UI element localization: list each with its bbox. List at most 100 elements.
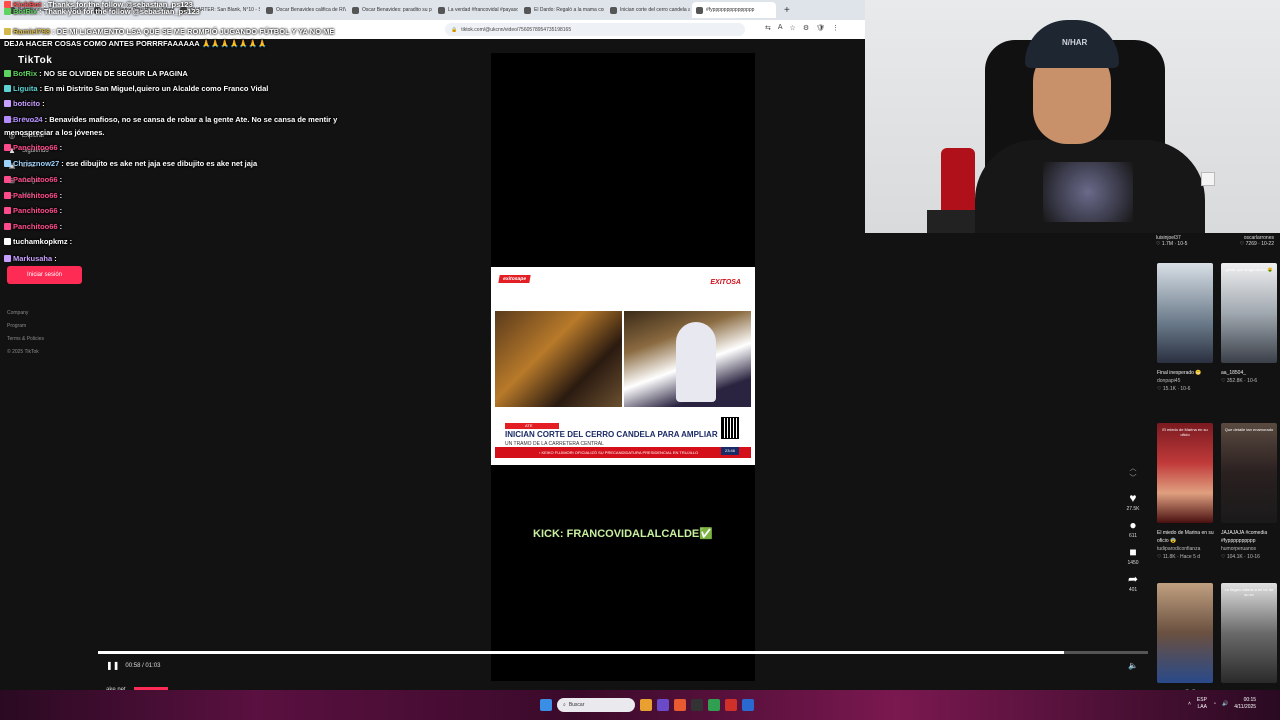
video-title[interactable]: Final inesperado 😬	[1157, 369, 1219, 377]
chat-message: Panchitoo66:	[4, 191, 62, 200]
chat-username[interactable]: Panchitoo66	[13, 191, 58, 200]
chat-username[interactable]: Panchitoo66	[13, 206, 58, 215]
obs-icon[interactable]	[691, 699, 703, 711]
chat-text: : DE MI LIGAMENTO LSA QUE SE ME ROMPIÓ J…	[52, 27, 335, 36]
browser-tab-label: #fyppppppppppppppp	[706, 7, 755, 13]
video-author[interactable]: humorperuanos	[1221, 545, 1280, 553]
chevron-down-icon[interactable]: ﹀	[1130, 473, 1137, 483]
new-tab-button[interactable]: +	[784, 5, 790, 16]
footer-link[interactable]: Company	[7, 307, 44, 320]
search-icon: ⌕	[563, 702, 566, 708]
share-icon: ➦	[1127, 572, 1139, 586]
heart-action[interactable]: ♥ 27.5K	[1126, 491, 1139, 512]
video-title[interactable]: JAJAJAJA #comedia #fypppppppppp	[1221, 529, 1280, 545]
bookmark-action[interactable]: ■ 1450	[1127, 545, 1138, 566]
app-icon[interactable]	[742, 699, 754, 711]
menu-icon[interactable]: ⋮	[832, 24, 839, 32]
video-author[interactable]: tudiparodiconfianza	[1157, 545, 1219, 553]
wifi-icon[interactable]: ◔	[1213, 701, 1216, 707]
chat-text: :	[59, 143, 63, 152]
chat-badge-icon	[4, 207, 11, 214]
shirt-print	[1043, 162, 1133, 222]
video-thumbnail[interactable]: Que detalle tan enamorado	[1221, 423, 1277, 523]
browser-tab[interactable]: Oscar Benavides califica de RIVOSL	[262, 2, 346, 18]
video-thumbnail[interactable]	[1157, 263, 1213, 363]
chat-username[interactable]: Markusaha	[13, 254, 52, 263]
clock[interactable]: 00:15 4/11/2025	[1234, 697, 1256, 711]
chat-username[interactable]: tuchamkopkmz	[13, 237, 68, 246]
browser-tab[interactable]: #fyppppppppppppppp	[692, 2, 776, 18]
volume-icon[interactable]: 🔈	[1128, 661, 1138, 670]
news-image-debris	[495, 311, 622, 407]
progress-bar[interactable]	[98, 651, 1148, 654]
chat-username[interactable]: Ramiel798	[13, 27, 50, 36]
chat-username[interactable]: BotRix	[13, 69, 37, 78]
video-thumbnail[interactable]: El miedo de Marina en su oficio	[1157, 423, 1213, 523]
chat-badge-icon	[4, 144, 11, 151]
taskbar-search[interactable]: ⌕ Buscar	[557, 698, 635, 712]
chat-username[interactable]: Chrisznow27	[13, 159, 59, 168]
chat-text: menospreciar a los jóvenes.	[4, 128, 105, 137]
login-button[interactable]: Iniciar sesión	[7, 266, 82, 284]
chat-message: tuchamkopkmz:	[4, 237, 72, 246]
news-tag: ATE	[505, 423, 559, 429]
rec-top-stats: ♡ 7269 · 10-22	[1239, 241, 1274, 247]
video-thumbnail[interactable]: gente que tenga dinero 🤑	[1221, 263, 1277, 363]
chrome-icon[interactable]	[708, 699, 720, 711]
chat-badge-icon	[4, 255, 11, 262]
language-indicator[interactable]: ESP LAA	[1197, 697, 1207, 711]
video-thumbnail[interactable]	[1157, 583, 1213, 683]
translate-icon[interactable]: A	[778, 24, 783, 32]
progress-fill	[98, 651, 1064, 654]
video-title[interactable]: aa_18504_	[1221, 369, 1280, 377]
clock-time: 00:15	[1243, 697, 1257, 703]
youtube-icon[interactable]	[725, 699, 737, 711]
chat-text: : En mi Distrito San Miguel,quiero un Al…	[39, 84, 269, 93]
url-field[interactable]: 🔒 tiktok.com/@ukcnn/video/75605789547351…	[445, 23, 745, 36]
chat-username[interactable]: Liguita	[13, 84, 38, 93]
video-thumbnail[interactable]: Le llegan videos a mi tío de su ex	[1221, 583, 1277, 683]
video-player[interactable]: exitosape EXITOSA ATE INICIAN CORTE DEL …	[491, 53, 755, 681]
tiktok-logo[interactable]: TikTok	[18, 55, 52, 66]
chat-text: :	[59, 222, 63, 231]
chat-username[interactable]: boticito	[13, 99, 40, 108]
tiktok-footer: Company Program Terms & Policies © 2025 Tik…	[7, 307, 44, 359]
chat-username[interactable]: Panchitoo66	[13, 222, 58, 231]
comment-action[interactable]: ● 611	[1129, 518, 1137, 539]
chevron-up-icon[interactable]: ˄	[1188, 701, 1191, 707]
brave-icon[interactable]	[674, 699, 686, 711]
browser-tab[interactable]: El Dardo: Regaló a la mama con Frank	[520, 2, 604, 18]
browser-tab[interactable]: La verdad #francovidal #payasocido	[434, 2, 518, 18]
chat-username[interactable]: Panchitoo66	[13, 143, 58, 152]
footer-link[interactable]: Terms & Policies	[7, 333, 44, 346]
chat-message: Markusaha:	[4, 254, 57, 263]
thumbnail-caption: Que detalle tan enamorado	[1224, 427, 1274, 432]
teams-icon[interactable]	[657, 699, 669, 711]
chat-username[interactable]: Brevo24	[13, 115, 43, 124]
chevron-up-icon[interactable]: ︿	[1130, 463, 1137, 473]
browser-tab[interactable]: Oscar Benavides: paradito su pagamo	[348, 2, 432, 18]
reader-icon[interactable]: ⇆	[765, 24, 771, 32]
news-time-badge: 23:46	[721, 447, 739, 455]
file-explorer-icon[interactable]	[640, 699, 652, 711]
chat-username[interactable]: Panchitoo66	[13, 175, 58, 184]
chat-badge-icon	[4, 192, 11, 199]
chat-badge-icon	[4, 160, 11, 167]
chat-badge-icon	[4, 116, 11, 123]
browser-tab[interactable]: Inician corte del cerro candela avanza	[606, 2, 690, 18]
video-title[interactable]: El miedo de Marina en su oficio 😨	[1157, 529, 1219, 545]
video-actions: ︿ ﹀ ♥ 27.5K ● 611 ■ 1450 ➦ 401	[1120, 463, 1146, 599]
url-text: tiktok.com/@ukcnn/video/7560578954735198…	[461, 26, 572, 33]
windows-start-icon[interactable]	[540, 699, 552, 711]
share-action[interactable]: ➦ 401	[1128, 572, 1138, 593]
extensions-icon[interactable]: ⚙	[803, 24, 809, 32]
chat-username[interactable]: BotRix	[13, 7, 37, 16]
speaker-icon[interactable]: 🔊	[1222, 701, 1228, 707]
video-author[interactable]: donpapi45	[1157, 377, 1219, 385]
shield-icon[interactable]: 🛡	[816, 24, 825, 32]
chat-message: Brevo24: Benavides mafioso, no se cansa …	[4, 115, 337, 124]
chat-message: BotRix: Thank you for the follow @sebast…	[4, 7, 200, 16]
pause-icon[interactable]: ❚❚	[106, 661, 119, 670]
footer-link[interactable]: Program	[7, 320, 44, 333]
star-icon[interactable]: ☆	[790, 24, 796, 32]
